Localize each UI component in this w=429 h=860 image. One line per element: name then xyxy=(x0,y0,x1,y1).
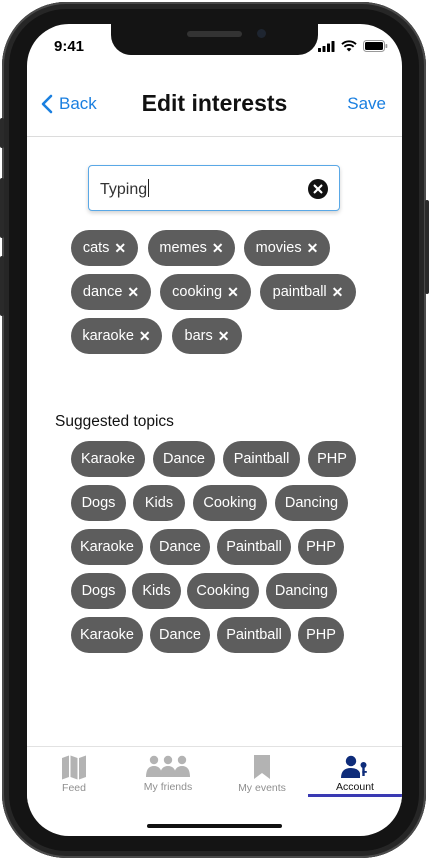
tab-feed[interactable]: Feed xyxy=(27,747,121,803)
suggested-topic[interactable]: Dancing xyxy=(275,485,348,521)
suggested-topic[interactable]: Paintball xyxy=(217,529,291,565)
bookmark-icon xyxy=(254,755,270,779)
tag-label: karaoke xyxy=(82,328,134,344)
suggested-topic[interactable]: Dancing xyxy=(266,573,337,609)
signal-icon xyxy=(318,40,335,52)
people-icon xyxy=(146,755,190,777)
tab-label: My friends xyxy=(143,781,193,793)
suggested-topic[interactable]: Dogs xyxy=(71,485,126,521)
tag-label: movies xyxy=(255,240,302,256)
suggested-topic[interactable]: Paintball xyxy=(217,617,291,653)
search-input-text: Typing xyxy=(100,179,150,199)
remove-tag-icon[interactable]: ✕ xyxy=(307,241,319,255)
suggested-topic[interactable]: Dogs xyxy=(71,573,126,609)
suggested-topic[interactable]: Karaoke xyxy=(71,441,145,477)
selected-tag[interactable]: memes ✕ xyxy=(148,230,235,266)
remove-tag-icon[interactable]: ✕ xyxy=(114,241,126,255)
selected-tag[interactable]: dance ✕ xyxy=(71,274,151,310)
mute-switch xyxy=(0,118,4,148)
suggested-topic[interactable]: Kids xyxy=(133,485,185,521)
suggested-topic[interactable]: Cooking xyxy=(187,573,259,609)
search-input-value: Typing xyxy=(100,181,148,198)
suggested-topic[interactable]: Dance xyxy=(150,529,210,565)
power-button xyxy=(425,200,429,294)
save-button[interactable]: Save xyxy=(347,94,386,114)
tag-label: dance xyxy=(82,284,123,300)
suggested-topics-heading: Suggested topics xyxy=(55,413,174,430)
tab-my-events[interactable]: My events xyxy=(215,747,309,803)
remove-tag-icon[interactable]: ✕ xyxy=(139,329,151,343)
navigation-bar: Back Edit interests Save xyxy=(27,76,402,137)
suggested-topic[interactable]: PHP xyxy=(298,617,344,653)
remove-tag-icon[interactable]: ✕ xyxy=(227,285,239,299)
battery-icon xyxy=(363,40,388,52)
selected-tag[interactable]: paintball ✕ xyxy=(260,274,356,310)
remove-tag-icon[interactable]: ✕ xyxy=(218,329,230,343)
tab-label: Account xyxy=(336,781,374,793)
selected-tag[interactable]: cooking ✕ xyxy=(160,274,251,310)
tag-label: paintball xyxy=(272,284,327,300)
selected-tag[interactable]: bars ✕ xyxy=(172,318,242,354)
camera xyxy=(257,29,266,38)
tag-label: cooking xyxy=(172,284,223,300)
interest-search-input[interactable]: Typing xyxy=(88,165,340,211)
active-tab-indicator xyxy=(308,794,402,797)
suggested-topic[interactable]: PHP xyxy=(308,441,356,477)
remove-tag-icon[interactable]: ✕ xyxy=(332,285,344,299)
suggested-topic[interactable]: PHP xyxy=(298,529,344,565)
suggested-topic[interactable]: Dance xyxy=(150,617,210,653)
close-icon xyxy=(313,184,323,194)
volume-down-button xyxy=(0,256,4,316)
home-indicator[interactable] xyxy=(147,824,282,828)
suggested-topic[interactable]: Paintball xyxy=(223,441,300,477)
suggested-topic[interactable]: Karaoke xyxy=(71,529,143,565)
notch xyxy=(111,24,318,55)
tag-label: cats xyxy=(82,240,110,256)
account-icon xyxy=(341,755,367,778)
tab-my-friends[interactable]: My friends xyxy=(121,747,215,803)
status-time: 9:41 xyxy=(54,38,85,55)
tab-label: Feed xyxy=(62,782,86,794)
volume-up-button xyxy=(0,178,4,238)
wifi-icon xyxy=(341,40,357,52)
clear-input-button[interactable] xyxy=(308,179,328,199)
suggested-topic[interactable]: Cooking xyxy=(193,485,267,521)
selected-tag[interactable]: cats ✕ xyxy=(71,230,138,266)
suggested-topic[interactable]: Karaoke xyxy=(71,617,143,653)
suggested-topic[interactable]: Dance xyxy=(153,441,215,477)
map-icon xyxy=(62,755,86,780)
page-title: Edit interests xyxy=(141,90,288,116)
selected-tag[interactable]: karaoke ✕ xyxy=(71,318,162,354)
suggested-topic[interactable]: Kids xyxy=(132,573,181,609)
tag-label: bars xyxy=(184,328,213,344)
speaker xyxy=(187,31,242,37)
remove-tag-icon[interactable]: ✕ xyxy=(127,285,139,299)
tag-label: memes xyxy=(159,240,207,256)
screen: 9:41 Back Edit interests Save Typing cat… xyxy=(27,24,402,836)
selected-tag[interactable]: movies ✕ xyxy=(244,230,330,266)
remove-tag-icon[interactable]: ✕ xyxy=(212,241,224,255)
status-icons xyxy=(318,40,388,52)
text-caret xyxy=(148,179,150,197)
tab-label: My events xyxy=(238,782,286,794)
